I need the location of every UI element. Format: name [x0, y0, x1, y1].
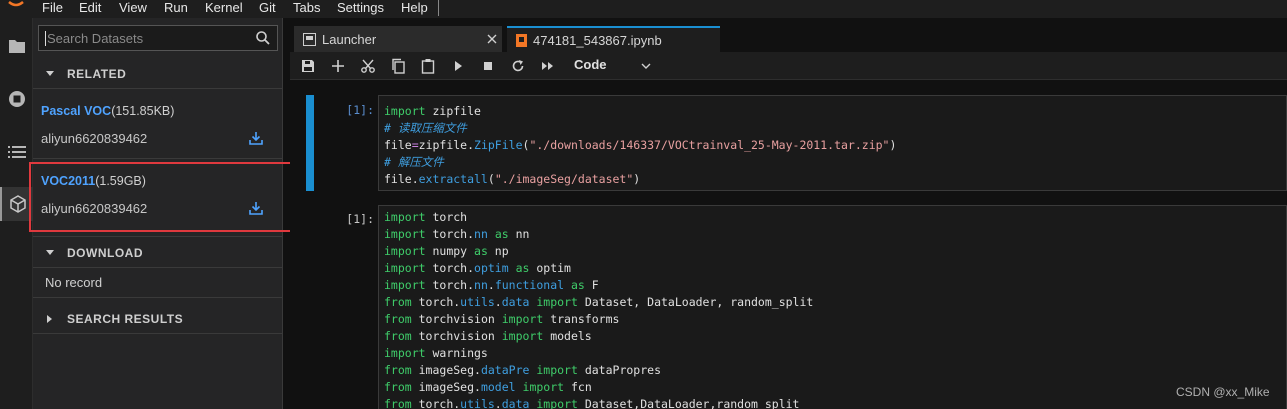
- divider: [33, 236, 283, 237]
- list-icon: [7, 146, 26, 158]
- cut-icon[interactable]: [360, 58, 376, 74]
- menu-settings[interactable]: Settings: [337, 0, 384, 18]
- tab-bar: Launcher 474181_543867.ipynb: [290, 26, 1287, 52]
- chevron-right-icon: [33, 314, 67, 324]
- code-line: import zipfile: [384, 104, 481, 118]
- tab-launcher[interactable]: Launcher: [294, 26, 502, 52]
- tab-label: 474181_543867.ipynb: [533, 32, 662, 48]
- menu-help[interactable]: Help: [401, 0, 428, 18]
- main-area: Launcher 474181_543867.ipynb Code [1]: i…: [290, 18, 1287, 409]
- code-line: import torch.nn.functional as F: [384, 278, 599, 292]
- search-icon[interactable]: [255, 30, 271, 46]
- menu-separator: [438, 0, 439, 16]
- launcher-icon: [303, 32, 316, 46]
- stop-circle-icon: [8, 91, 25, 107]
- code-line: import torch.nn as nn: [384, 227, 530, 241]
- code-line: import warnings: [384, 346, 488, 360]
- dataset-owner: aliyun6620839462: [41, 131, 148, 146]
- code-line: import torch: [384, 210, 468, 224]
- jupyter-logo-icon: [8, 1, 24, 7]
- menu-kernel[interactable]: Kernel: [205, 0, 243, 18]
- menu-run[interactable]: Run: [164, 0, 188, 18]
- search-results-label: SEARCH RESULTS: [67, 312, 184, 326]
- notebook-panel: [1]: import zipfile # 读取压缩文件 file=zipfil…: [290, 81, 1287, 409]
- code-line: file=zipfile.ZipFile("./downloads/146337…: [384, 138, 897, 152]
- active-cell-indicator: [306, 95, 314, 191]
- divider: [33, 158, 283, 159]
- menu-tabs[interactable]: Tabs: [293, 0, 320, 18]
- fast-forward-icon[interactable]: [540, 58, 556, 74]
- cell-prompt: [1]:: [346, 212, 374, 226]
- code-line: from imageSeg.model import fcn: [384, 380, 592, 394]
- restart-icon[interactable]: [510, 58, 526, 74]
- related-section-header[interactable]: RELATED: [33, 60, 283, 88]
- cell-type-select[interactable]: Code: [574, 57, 607, 72]
- add-cell-icon[interactable]: [330, 58, 346, 74]
- related-label: RELATED: [67, 67, 127, 81]
- close-icon[interactable]: [486, 33, 498, 45]
- paste-icon[interactable]: [420, 58, 436, 74]
- running-tab[interactable]: [0, 82, 33, 116]
- save-icon[interactable]: [300, 58, 316, 74]
- code-cell-editor[interactable]: import torch import torch.nn as nn impor…: [378, 205, 1287, 409]
- tab-label: Launcher: [322, 31, 377, 47]
- folder-icon: [8, 40, 25, 53]
- copy-icon[interactable]: [390, 58, 406, 74]
- divider: [33, 88, 283, 89]
- code-line: import numpy as np: [384, 244, 509, 258]
- download-label: DOWNLOAD: [67, 246, 143, 260]
- code-line: from torch.utils.data import Dataset, Da…: [384, 295, 814, 309]
- code-line: from torch.utils.data import Dataset,Dat…: [384, 397, 800, 409]
- cell-prompt: [1]:: [346, 103, 374, 117]
- cube-icon: [9, 195, 26, 213]
- divider: [33, 267, 283, 268]
- chevron-down-icon[interactable]: [640, 60, 652, 72]
- no-record-text: No record: [45, 275, 103, 290]
- code-comment: # 读取压缩文件: [384, 121, 467, 135]
- text-cursor: [45, 31, 46, 46]
- code-line: import torch.optim as optim: [384, 261, 571, 275]
- menu-file[interactable]: File: [42, 0, 63, 18]
- tab-notebook[interactable]: 474181_543867.ipynb: [507, 26, 720, 52]
- divider: [33, 297, 283, 298]
- menu-view[interactable]: View: [119, 0, 147, 18]
- menu-git[interactable]: Git: [259, 0, 276, 18]
- dataset-title[interactable]: Pascal VOC(151.85KB): [41, 104, 174, 118]
- notebook-toolbar: Code: [290, 52, 1287, 80]
- watermark-text: CSDN @xx_Mike: [1176, 385, 1270, 399]
- dataset-name[interactable]: Pascal VOC: [41, 104, 111, 118]
- highlight-annotation-box: [29, 162, 305, 232]
- chevron-down-icon: [33, 70, 67, 78]
- stop-icon[interactable]: [480, 58, 496, 74]
- code-comment: # 解压文件: [384, 155, 444, 169]
- code-line: from imageSeg.dataPre import dataPropres: [384, 363, 661, 377]
- divider: [33, 333, 283, 334]
- search-box: [38, 25, 278, 51]
- chevron-down-icon: [33, 249, 67, 257]
- search-results-section-header[interactable]: SEARCH RESULTS: [33, 305, 283, 333]
- menu-bar: File Edit View Run Kernel Git Tabs Setti…: [0, 0, 1287, 18]
- dataset-size: (151.85KB): [111, 104, 175, 118]
- code-cell-editor[interactable]: import zipfile # 读取压缩文件 file=zipfile.Zip…: [378, 95, 1287, 191]
- menu-edit[interactable]: Edit: [79, 0, 101, 18]
- search-input[interactable]: [39, 26, 249, 50]
- code-line: from torchvision import transforms: [384, 312, 620, 326]
- run-icon[interactable]: [450, 58, 466, 74]
- file-browser-tab[interactable]: [0, 29, 33, 63]
- code-line: from torchvision import models: [384, 329, 592, 343]
- download-icon[interactable]: [248, 130, 264, 146]
- notebook-icon: [516, 33, 527, 47]
- download-section-header[interactable]: DOWNLOAD: [33, 239, 283, 267]
- code-line: file.extractall("./imageSeg/dataset"): [384, 172, 641, 186]
